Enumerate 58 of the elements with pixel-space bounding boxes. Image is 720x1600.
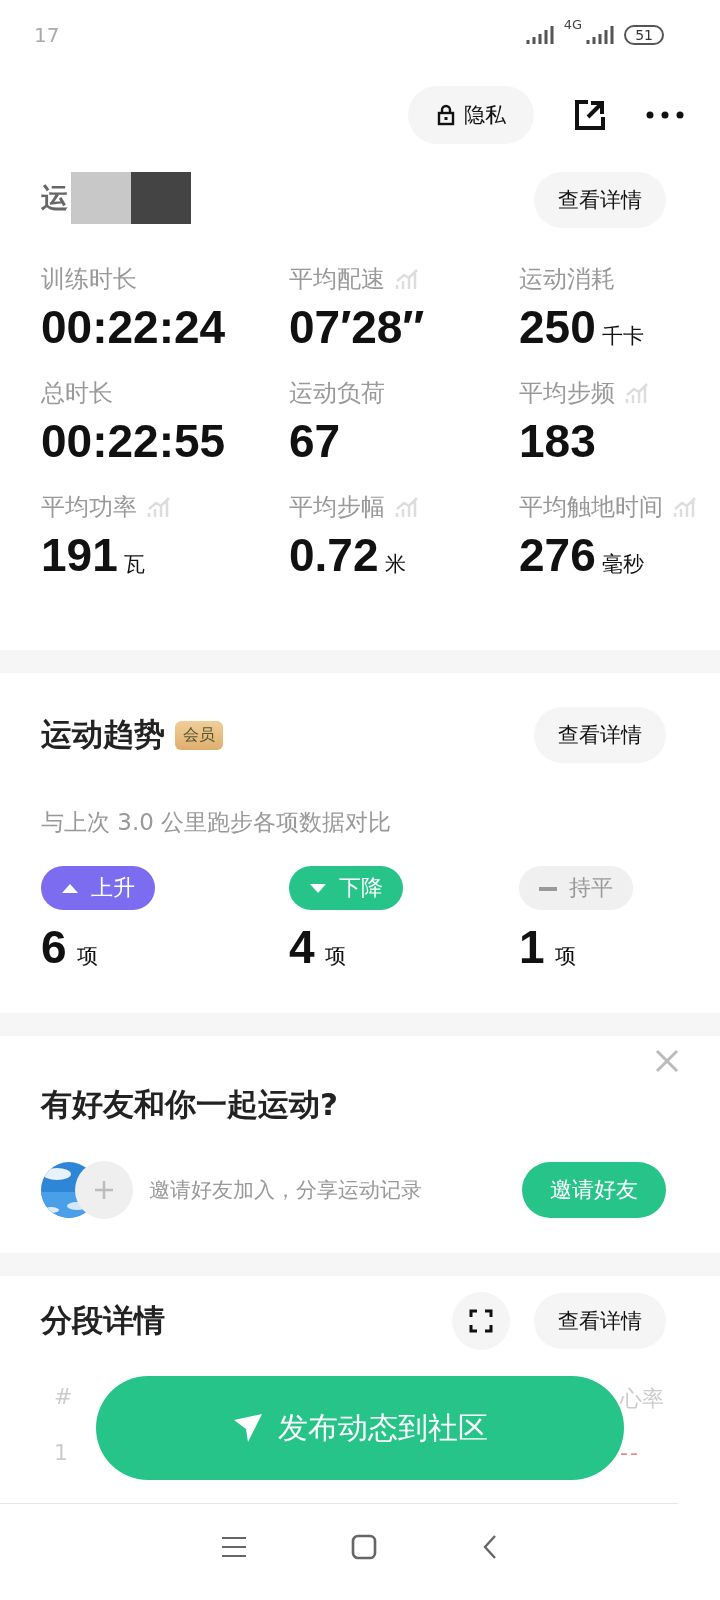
stat-value: 191 <box>41 528 118 582</box>
stat-label: 训练时长 <box>41 264 137 295</box>
item-count: 6 <box>41 920 67 974</box>
stat-value: 276 <box>519 528 596 582</box>
signal-icon <box>525 26 554 44</box>
stat-value: 183 <box>519 414 596 468</box>
column-header: # <box>54 1384 74 1411</box>
member-badge: 会员 <box>175 720 223 750</box>
network-label: 4G <box>563 17 583 32</box>
card-title: 有好友和你一起运动? <box>39 1085 339 1124</box>
section-title: 运动趋势 <box>41 715 165 754</box>
stat-label: 平均功率 <box>41 492 137 523</box>
more-icon[interactable] <box>646 111 684 119</box>
stat-unit: 米 <box>384 551 406 578</box>
lock-icon <box>436 104 456 126</box>
back-icon[interactable] <box>481 1534 498 1560</box>
section-title: 分段详情 <box>41 1301 165 1340</box>
triangle-down-icon <box>309 881 327 895</box>
details-button[interactable]: 查看详情 <box>534 707 666 763</box>
stat-label: 平均步幅 <box>289 492 385 523</box>
stat-unit: 瓦 <box>123 551 145 578</box>
stat-value: 00:22:55 <box>41 414 226 468</box>
home-icon[interactable] <box>351 1534 377 1560</box>
stat-label: 运动负荷 <box>289 378 385 409</box>
tag-label: 上升 <box>91 874 135 902</box>
stat-label: 平均触地时间 <box>519 492 663 523</box>
stat-value: 00:22:24 <box>41 300 226 354</box>
stat-value: 250 <box>519 300 596 354</box>
section-title: 运 <box>41 182 68 213</box>
comparison-text: 与上次 3.0 公里跑步各项数据对比 <box>40 808 393 837</box>
battery-icon: 51 <box>624 25 664 45</box>
stat-label: 运动消耗 <box>519 264 615 295</box>
stat-label: 总时长 <box>41 378 113 409</box>
stat-unit: 千卡 <box>601 323 644 350</box>
item-count: 4 <box>289 920 315 974</box>
count-unit: 项 <box>554 943 576 970</box>
details-button[interactable]: 查看详情 <box>534 1293 666 1349</box>
stat-unit: 毫秒 <box>601 551 644 578</box>
item-count: 1 <box>519 920 545 974</box>
invite-text: 邀请好友加入，分享运动记录 <box>149 1177 423 1204</box>
clock-time: 17 <box>34 23 60 47</box>
stat-label: 平均配速 <box>289 264 385 295</box>
tag-label: 下降 <box>339 874 383 902</box>
menu-icon[interactable] <box>222 1536 247 1558</box>
stat-value: 67 <box>289 414 341 468</box>
details-button[interactable]: 查看详情 <box>534 172 666 228</box>
plus-icon <box>93 1179 115 1201</box>
stat-label: 平均步频 <box>519 378 615 409</box>
send-icon <box>232 1412 264 1444</box>
signal-icon <box>586 26 615 44</box>
privacy-button[interactable]: 隐私 <box>408 86 534 144</box>
stat-value: 07′28″ <box>289 300 425 354</box>
count-unit: 项 <box>324 943 346 970</box>
stat-value: 0.72 <box>289 528 379 582</box>
share-icon[interactable] <box>574 99 606 131</box>
count-unit: 项 <box>76 943 98 970</box>
tag-label: 持平 <box>569 874 613 902</box>
expand-icon <box>469 1309 493 1333</box>
